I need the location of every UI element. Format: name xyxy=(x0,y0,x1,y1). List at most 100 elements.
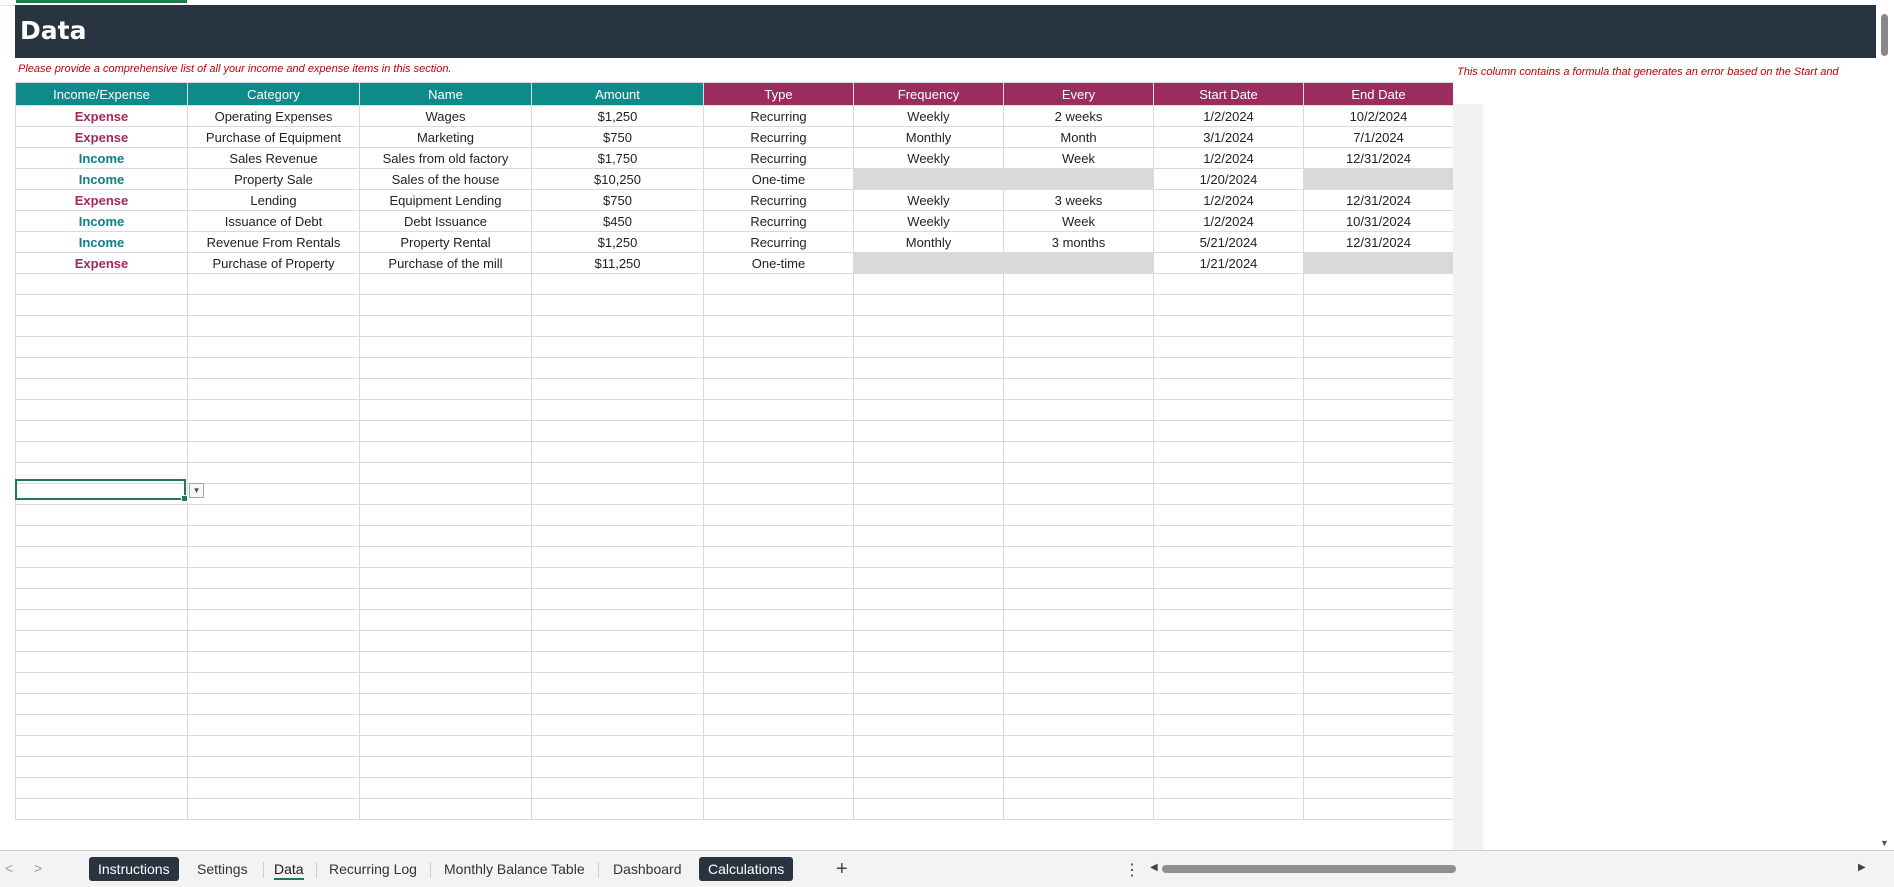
empty-cell[interactable] xyxy=(1303,672,1453,694)
empty-cell[interactable] xyxy=(187,630,360,652)
empty-cell[interactable] xyxy=(15,378,188,400)
empty-cell[interactable] xyxy=(1153,483,1304,505)
empty-cell[interactable] xyxy=(15,273,188,295)
empty-cell[interactable] xyxy=(187,462,360,484)
empty-cell[interactable] xyxy=(1303,504,1453,526)
empty-cell[interactable] xyxy=(1003,756,1154,778)
empty-cell[interactable] xyxy=(703,399,854,421)
cell-amount[interactable]: $450 xyxy=(531,210,704,232)
next-sheet-icon[interactable]: > xyxy=(34,860,42,876)
empty-cell[interactable] xyxy=(853,420,1004,442)
empty-cell[interactable] xyxy=(703,588,854,610)
empty-cell[interactable] xyxy=(15,567,188,589)
empty-cell[interactable] xyxy=(531,609,704,631)
empty-cell[interactable] xyxy=(1303,546,1453,568)
tab-data[interactable]: Data xyxy=(265,857,313,881)
empty-cell[interactable] xyxy=(703,609,854,631)
cell-amount[interactable]: $10,250 xyxy=(531,168,704,190)
empty-cell[interactable] xyxy=(853,315,1004,337)
empty-cell[interactable] xyxy=(853,399,1004,421)
empty-cell[interactable] xyxy=(1153,798,1304,820)
empty-cell[interactable] xyxy=(359,672,532,694)
vertical-scroll-thumb[interactable] xyxy=(1881,14,1888,56)
more-options-icon[interactable]: ⋮ xyxy=(1124,860,1140,880)
empty-cell[interactable] xyxy=(187,777,360,799)
empty-cell[interactable] xyxy=(531,525,704,547)
empty-cell[interactable] xyxy=(15,798,188,820)
cell-name[interactable]: Marketing xyxy=(359,126,532,148)
scroll-left-icon[interactable]: ◀ xyxy=(1150,862,1158,873)
cell-name[interactable]: Property Rental xyxy=(359,231,532,253)
empty-cell[interactable] xyxy=(853,441,1004,463)
empty-cell[interactable] xyxy=(1003,336,1154,358)
empty-cell[interactable] xyxy=(15,672,188,694)
cell-end-date[interactable]: 12/31/2024 xyxy=(1303,147,1453,169)
empty-cell[interactable] xyxy=(531,651,704,673)
scroll-right-icon[interactable]: ▶ xyxy=(1858,862,1866,873)
empty-cell[interactable] xyxy=(1153,777,1304,799)
empty-cell[interactable] xyxy=(703,420,854,442)
empty-cell[interactable] xyxy=(187,273,360,295)
empty-cell[interactable] xyxy=(853,798,1004,820)
empty-cell[interactable] xyxy=(1153,378,1304,400)
empty-cell[interactable] xyxy=(531,483,704,505)
empty-cell[interactable] xyxy=(853,693,1004,715)
empty-cell[interactable] xyxy=(703,567,854,589)
cell-kind[interactable]: Expense xyxy=(15,105,188,127)
empty-cell[interactable] xyxy=(703,525,854,547)
cell-frequency[interactable]: Weekly xyxy=(853,105,1004,127)
cell-name[interactable]: Debt Issuance xyxy=(359,210,532,232)
cell-end-date[interactable]: 10/31/2024 xyxy=(1303,210,1453,232)
empty-cell[interactable] xyxy=(187,651,360,673)
empty-cell[interactable] xyxy=(703,672,854,694)
empty-cell[interactable] xyxy=(187,756,360,778)
empty-cell[interactable] xyxy=(15,651,188,673)
empty-cell[interactable] xyxy=(187,735,360,757)
empty-cell[interactable] xyxy=(1003,693,1154,715)
empty-cell[interactable] xyxy=(531,441,704,463)
empty-cell[interactable] xyxy=(531,504,704,526)
empty-cell[interactable] xyxy=(531,273,704,295)
cell-kind[interactable]: Income xyxy=(15,210,188,232)
empty-cell[interactable] xyxy=(187,798,360,820)
cell-category[interactable]: Operating Expenses xyxy=(187,105,360,127)
empty-cell[interactable] xyxy=(853,714,1004,736)
empty-cell[interactable] xyxy=(1153,693,1304,715)
empty-cell[interactable] xyxy=(1303,693,1453,715)
empty-cell[interactable] xyxy=(853,567,1004,589)
empty-cell[interactable] xyxy=(359,609,532,631)
cell-name[interactable]: Equipment Lending xyxy=(359,189,532,211)
empty-cell[interactable] xyxy=(15,735,188,757)
empty-cell[interactable] xyxy=(15,336,188,358)
empty-cell[interactable] xyxy=(853,273,1004,295)
header-every[interactable]: Every xyxy=(1003,82,1154,106)
empty-cell[interactable] xyxy=(15,420,188,442)
empty-cell[interactable] xyxy=(1303,441,1453,463)
cell-start-date[interactable]: 1/2/2024 xyxy=(1153,147,1304,169)
empty-cell[interactable] xyxy=(531,357,704,379)
empty-cell[interactable] xyxy=(531,315,704,337)
empty-cell[interactable] xyxy=(1003,567,1154,589)
empty-cell[interactable] xyxy=(359,693,532,715)
cell-category[interactable]: Lending xyxy=(187,189,360,211)
empty-cell[interactable] xyxy=(853,609,1004,631)
empty-cell[interactable] xyxy=(15,609,188,631)
empty-cell[interactable] xyxy=(187,315,360,337)
empty-cell[interactable] xyxy=(359,798,532,820)
empty-cell[interactable] xyxy=(703,777,854,799)
empty-cell[interactable] xyxy=(15,588,188,610)
empty-cell[interactable] xyxy=(187,399,360,421)
empty-cell[interactable] xyxy=(359,567,532,589)
add-sheet-icon[interactable]: + xyxy=(836,857,848,881)
empty-cell[interactable] xyxy=(703,378,854,400)
cell-start-date[interactable]: 5/21/2024 xyxy=(1153,231,1304,253)
cell-amount[interactable]: $1,250 xyxy=(531,231,704,253)
cell-every[interactable]: 2 weeks xyxy=(1003,105,1154,127)
cell-type[interactable]: Recurring xyxy=(703,126,854,148)
empty-cell[interactable] xyxy=(187,672,360,694)
empty-cell[interactable] xyxy=(187,441,360,463)
header-start-date[interactable]: Start Date xyxy=(1153,82,1304,106)
empty-cell[interactable] xyxy=(1153,504,1304,526)
cell-every[interactable]: 3 weeks xyxy=(1003,189,1154,211)
cell-frequency[interactable]: Weekly xyxy=(853,210,1004,232)
